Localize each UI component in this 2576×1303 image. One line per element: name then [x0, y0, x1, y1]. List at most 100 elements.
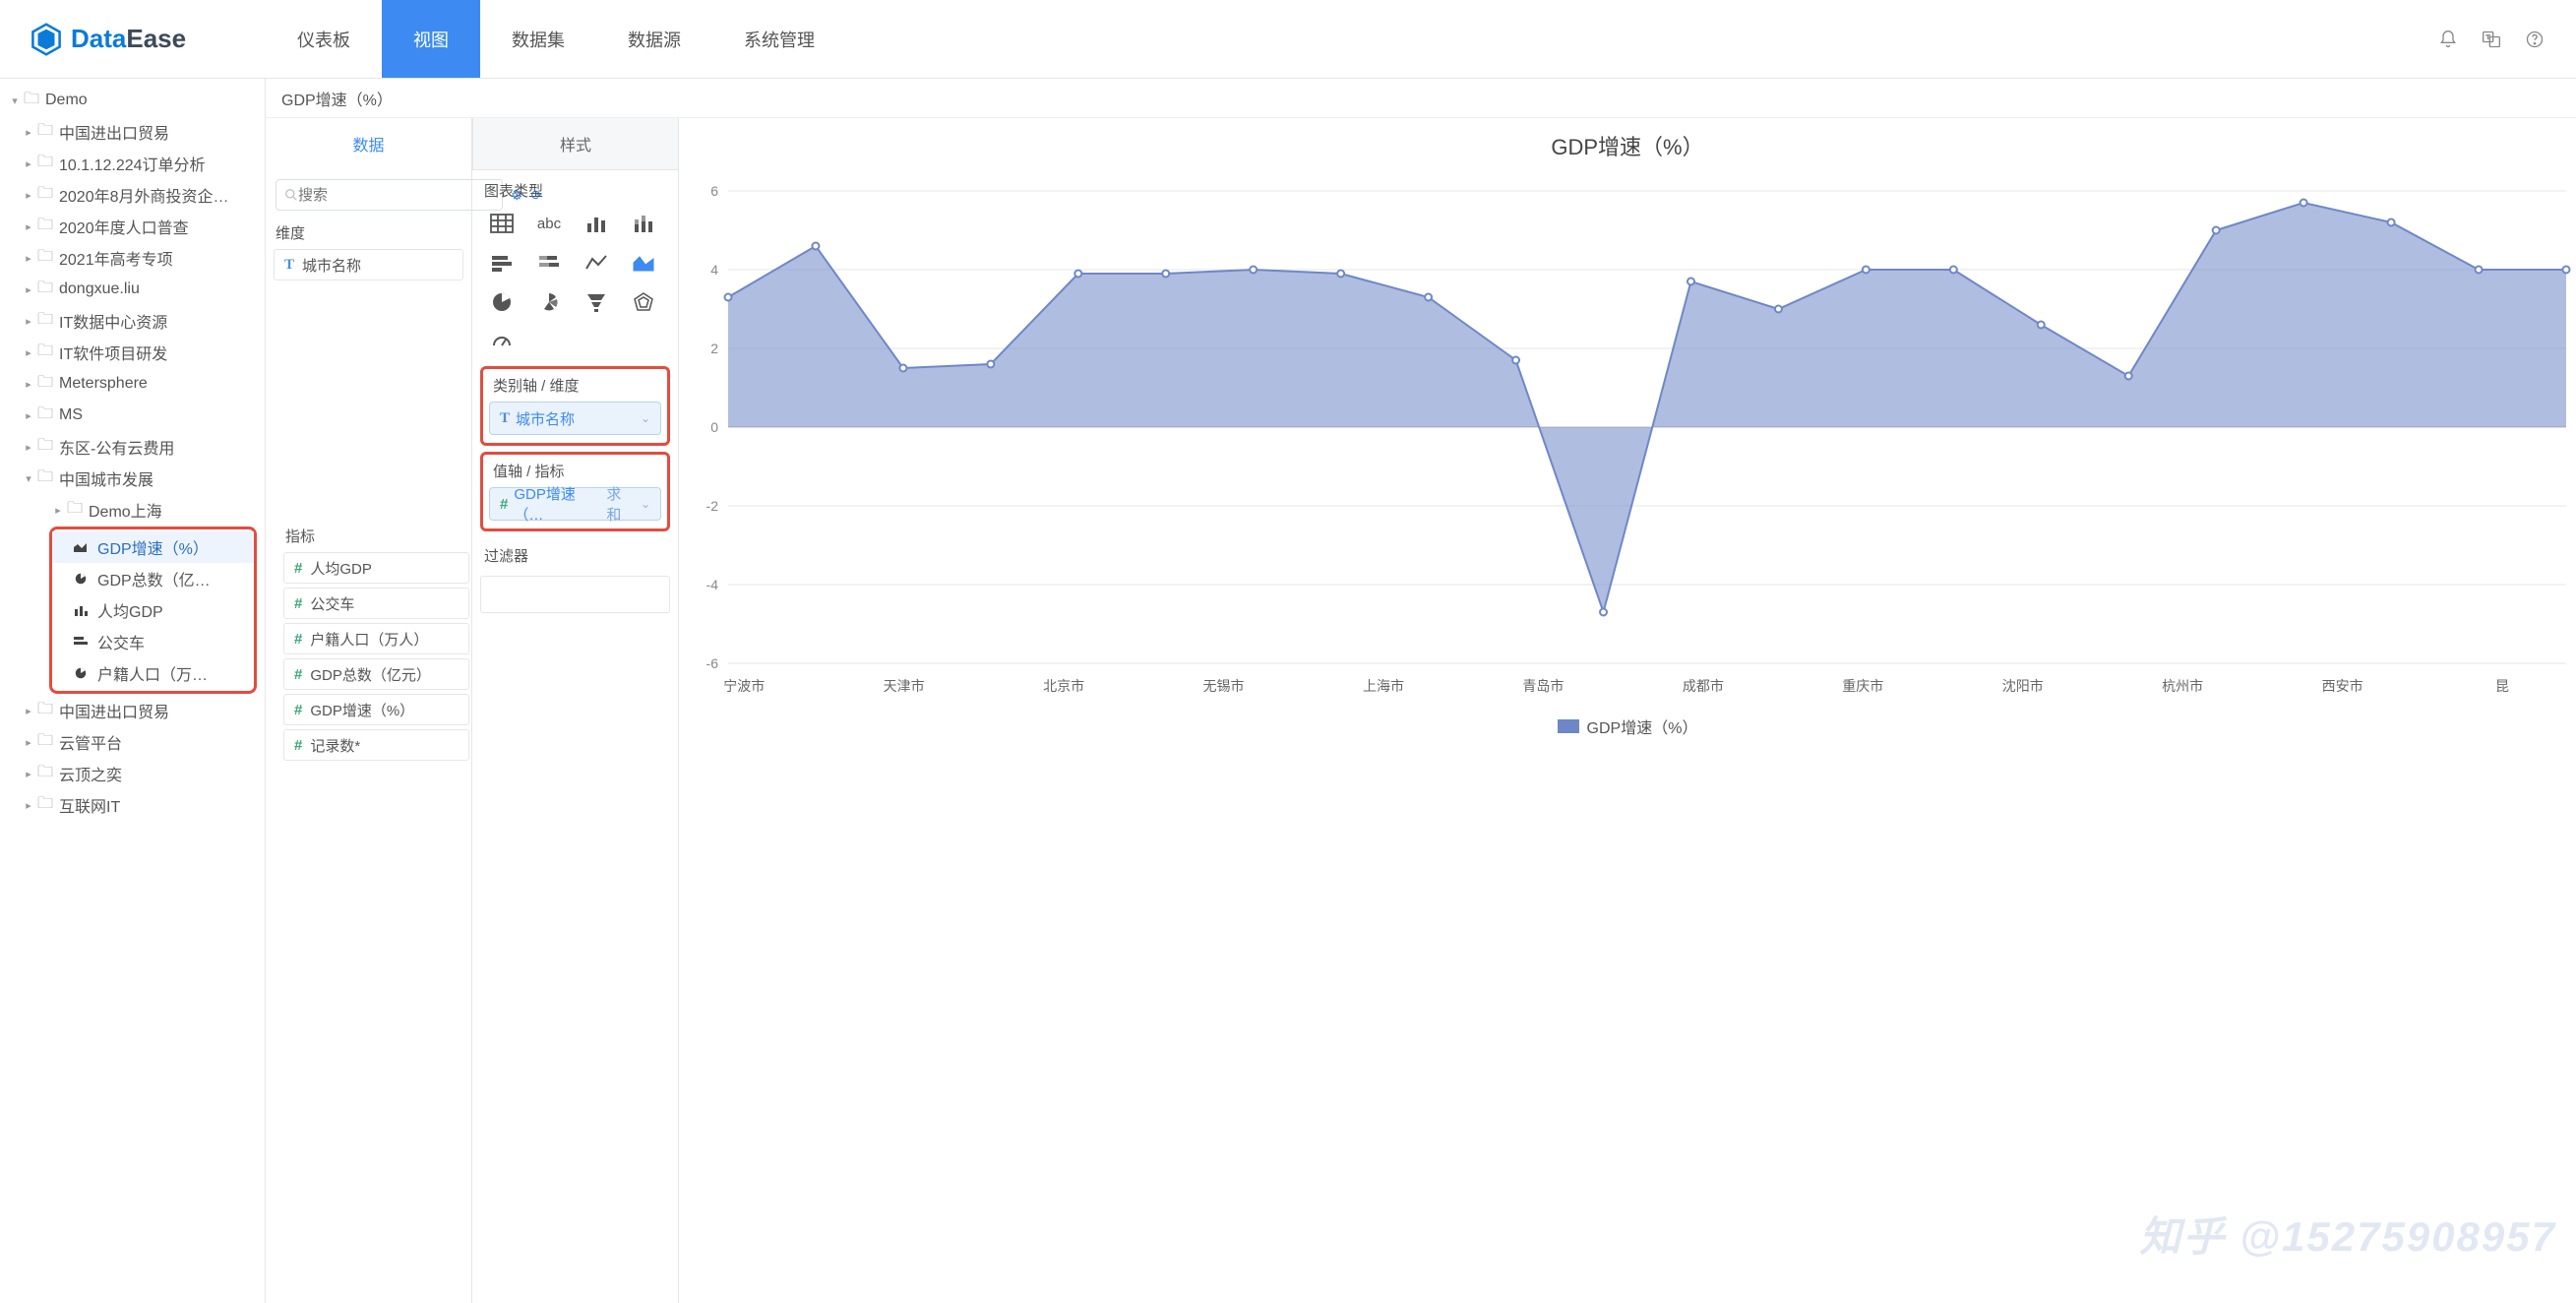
tree-chart-item[interactable]: 公交车: [52, 626, 254, 657]
tree-folder[interactable]: ▸🗀IT软件项目研发: [0, 337, 265, 368]
tree-label: 云顶之奕: [59, 762, 122, 785]
tab-style[interactable]: 样式: [472, 118, 678, 170]
ct-funnel-icon[interactable]: [583, 291, 610, 313]
metric-field[interactable]: #GDP增速（%）: [283, 694, 469, 725]
panel-chart: GDP增速（%） -6-4-20246宁波市天津市北京市无锡市上海市青岛市成都市…: [679, 118, 2576, 1303]
ct-radar-icon[interactable]: [630, 291, 657, 313]
legend-swatch: [1558, 719, 1579, 733]
tree-folder[interactable]: ▸🗀中国进出口贸易: [0, 695, 265, 726]
tree-chart-item[interactable]: GDP增速（%）: [52, 531, 254, 563]
caret-right-icon: ▸: [22, 346, 35, 359]
ct-text-icon[interactable]: abc: [535, 213, 563, 234]
ct-rose-icon[interactable]: [535, 291, 563, 313]
tree-folder[interactable]: ▸🗀IT数据中心资源: [0, 305, 265, 337]
tree-chart-item[interactable]: 人均GDP: [52, 594, 254, 626]
metric-section-title: 指标: [276, 522, 477, 552]
tree-folder[interactable]: ▸🗀云管平台: [0, 726, 265, 758]
tree-label: Demo上海: [89, 498, 162, 522]
tree-subfolder[interactable]: ▸🗀Demo上海: [0, 494, 265, 526]
translate-icon[interactable]: [2480, 28, 2503, 51]
tree-folder-expanded[interactable]: ▾🗀中国城市发展: [0, 463, 265, 494]
folder-icon: 🗀: [35, 465, 55, 492]
tree-folder[interactable]: ▸🗀10.1.12.224订单分析: [0, 148, 265, 179]
metric-field[interactable]: #GDP总数（亿元）: [283, 658, 469, 690]
tab-data[interactable]: 数据: [266, 118, 471, 171]
bell-icon[interactable]: [2436, 28, 2460, 51]
field-label: GDP总数（亿元）: [310, 664, 431, 685]
ct-stacked-hbar-icon[interactable]: [535, 252, 563, 274]
tree-folder[interactable]: ▸🗀2020年8月外商投资企…: [0, 179, 265, 211]
metric-field[interactable]: #公交车: [283, 588, 469, 619]
nav-dataset[interactable]: 数据集: [480, 0, 596, 78]
folder-icon: 🗀: [35, 729, 55, 756]
caret-right-icon: ▸: [22, 799, 35, 812]
tree-folder[interactable]: ▸🗀互联网IT: [0, 789, 265, 821]
ct-table-icon[interactable]: [488, 213, 516, 234]
svg-text:6: 6: [710, 183, 718, 199]
tree-folder[interactable]: ▸🗀云顶之奕: [0, 758, 265, 789]
folder-icon: 🗀: [35, 245, 55, 272]
logo-text: DataEase: [71, 24, 186, 54]
field-label: GDP增速（%）: [310, 700, 414, 720]
chart-legend: GDP增速（%）: [679, 714, 2576, 738]
tree-folder[interactable]: ▸🗀dongxue.liu: [0, 274, 265, 305]
ct-gauge-icon[interactable]: [488, 331, 516, 352]
tree-folder[interactable]: ▸🗀中国进出口贸易: [0, 116, 265, 148]
text-type-icon: T: [284, 257, 294, 274]
ct-hbar-icon[interactable]: [488, 252, 516, 274]
svg-text:天津市: 天津市: [884, 678, 925, 694]
tree-chart-item[interactable]: GDP总数（亿…: [52, 563, 254, 594]
chart-type-grid: abc: [480, 209, 670, 360]
tree-label: Metersphere: [59, 375, 148, 393]
tree-folder[interactable]: ▸🗀东区-公有云费用: [0, 431, 265, 463]
tree-folder[interactable]: ▸🗀2021年高考专项: [0, 242, 265, 274]
watermark: 知乎 @15275908957: [2139, 1204, 2556, 1264]
panel-style: 样式 图表类型 abc: [472, 118, 679, 1303]
drop-category-pill[interactable]: T 城市名称 ⌄: [489, 402, 661, 435]
nav-view[interactable]: 视图: [382, 0, 480, 78]
tree-label: 云管平台: [59, 730, 122, 754]
metric-field[interactable]: #户籍人口（万人）: [283, 623, 469, 654]
top-actions: [2436, 28, 2576, 51]
dim-field[interactable]: T城市名称: [274, 249, 463, 280]
help-icon[interactable]: [2523, 28, 2546, 51]
nav-dashboard[interactable]: 仪表板: [266, 0, 382, 78]
search-field[interactable]: [298, 187, 494, 204]
tree-label: MS: [59, 406, 83, 424]
ct-area-icon[interactable]: [630, 252, 657, 274]
tree-folder[interactable]: ▸🗀MS: [0, 400, 265, 431]
metric-field[interactable]: #人均GDP: [283, 552, 469, 584]
metric-field[interactable]: #记录数*: [283, 729, 469, 761]
folder-icon: 🗀: [35, 151, 55, 177]
svg-text:-2: -2: [706, 498, 719, 514]
folder-icon: 🗀: [35, 434, 55, 461]
nav-datasource[interactable]: 数据源: [596, 0, 712, 78]
ct-pie-icon[interactable]: [488, 291, 516, 313]
folder-icon: 🗀: [35, 698, 55, 724]
filter-title: 过滤器: [480, 537, 670, 572]
tree-label: 互联网IT: [59, 793, 120, 817]
tree-label: 人均GDP: [97, 598, 163, 622]
filter-dropzone[interactable]: [480, 576, 670, 613]
field-label: 户籍人口（万人）: [310, 629, 428, 650]
search-input[interactable]: [276, 179, 503, 211]
tree-folder[interactable]: ▸🗀Metersphere: [0, 368, 265, 400]
tree-label: 10.1.12.224订单分析: [59, 152, 206, 175]
tree-root[interactable]: ▾ 🗀 Demo: [0, 85, 265, 116]
tree-label: GDP增速（%）: [97, 535, 209, 559]
ct-bar-icon[interactable]: [583, 213, 610, 234]
svg-text:4: 4: [710, 262, 718, 278]
number-type-icon: #: [294, 595, 302, 612]
drop-value-pill[interactable]: # GDP增速（… 求和 ⌄: [489, 487, 661, 521]
nav-system[interactable]: 系统管理: [712, 0, 846, 78]
tree-chart-item[interactable]: 户籍人口（万…: [52, 657, 254, 689]
ct-line-icon[interactable]: [583, 252, 610, 274]
ct-stacked-bar-icon[interactable]: [630, 213, 657, 234]
logo-icon: [30, 23, 63, 56]
folder-icon: 🗀: [35, 119, 55, 146]
number-type-icon: #: [294, 560, 302, 577]
bar-chart-icon: [70, 603, 92, 617]
legend-label: GDP增速（%）: [1587, 714, 1698, 738]
highlight-box-value: 值轴 / 指标 # GDP增速（… 求和 ⌄: [480, 452, 670, 531]
tree-folder[interactable]: ▸🗀2020年度人口普查: [0, 211, 265, 242]
